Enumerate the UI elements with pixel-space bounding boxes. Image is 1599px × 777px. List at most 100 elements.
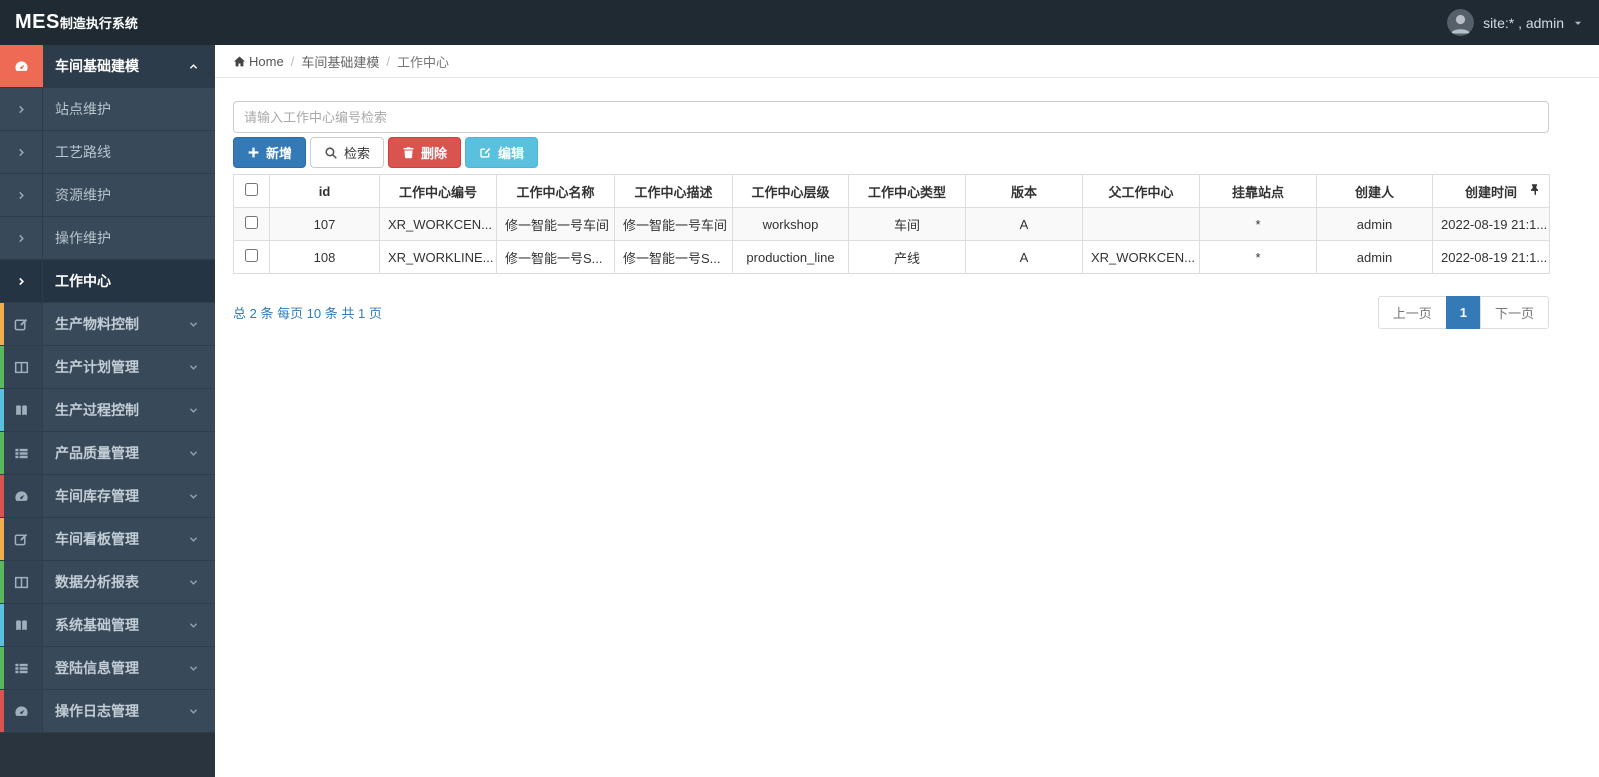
table-row[interactable]: 107 XR_WORKCEN... 修一智能一号车间 修一智能一号车间 work…: [233, 207, 1550, 241]
breadcrumb-home-link[interactable]: Home: [233, 54, 284, 69]
chevron-down-icon: [188, 475, 215, 517]
accent-strip: [0, 389, 4, 431]
sidebar-item-label: 生产计划管理: [43, 346, 188, 388]
sidebar-subitem-station-maintenance[interactable]: 站点维护: [0, 88, 215, 131]
chevron-right-icon: [0, 260, 43, 302]
col-header-created-time: 创建时间: [1432, 174, 1550, 208]
cell-created-time: 2022-08-19 21:1...: [1432, 240, 1550, 274]
sidebar-subitem-operation-maintenance[interactable]: 操作维护: [0, 217, 215, 260]
sidebar-item-process-control[interactable]: 生产过程控制: [0, 389, 215, 432]
current-page-button[interactable]: 1: [1445, 296, 1481, 329]
chevron-right-icon: [0, 88, 43, 130]
breadcrumb-section-link[interactable]: 车间基础建模: [301, 52, 379, 71]
sidebar-item-inventory-management[interactable]: 车间库存管理: [0, 475, 215, 518]
chevron-right-icon: [0, 131, 43, 173]
work-center-table: id 工作中心编号 工作中心名称 工作中心描述 工作中心层级 工作中心类型 版本…: [233, 174, 1550, 274]
dashboard-icon: [0, 45, 43, 87]
chevron-down-icon: [188, 346, 215, 388]
cell-version: A: [965, 207, 1083, 241]
pagination-summary: 总 2 条 每页 10 条 共 1 页: [233, 306, 382, 321]
sidebar-item-operation-log-management[interactable]: 操作日志管理: [0, 690, 215, 733]
breadcrumb-current: 工作中心: [396, 54, 449, 70]
cell-name: 修一智能一号车间: [496, 207, 615, 241]
plus-icon: [248, 147, 259, 158]
caret-down-icon: [1573, 18, 1583, 28]
main-content: Home / 车间基础建模 / 工作中心 新增 检索 删除 编辑: [215, 45, 1599, 777]
row-select-cell: [233, 240, 270, 274]
sidebar-subitem-label: 工作中心: [55, 273, 111, 289]
dashboard-icon: [0, 690, 43, 732]
row-select-checkbox[interactable]: [245, 216, 258, 229]
sidebar-item-label: 操作日志管理: [43, 690, 188, 732]
pin-icon[interactable]: [1529, 184, 1540, 199]
logo-text-bold: MES: [15, 11, 60, 33]
accent-strip: [0, 475, 4, 517]
cell-desc: 修一智能一号S...: [614, 240, 733, 274]
sidebar-item-board-management[interactable]: 车间看板管理: [0, 518, 215, 561]
select-all-checkbox[interactable]: [245, 183, 258, 196]
sidebar-item-analytics-reports[interactable]: 数据分析报表: [0, 561, 215, 604]
col-header-id: id: [269, 174, 380, 208]
columns-icon: [0, 561, 43, 603]
chevron-down-icon: [188, 303, 215, 345]
chevron-down-icon: [188, 518, 215, 560]
chevron-up-icon: [188, 45, 215, 87]
cell-code: XR_WORKLINE...: [379, 240, 497, 274]
delete-button[interactable]: 删除: [388, 137, 462, 168]
sidebar-item-material-control[interactable]: 生产物料控制: [0, 303, 215, 346]
cell-creator: admin: [1316, 240, 1433, 274]
chevron-right-icon: [0, 174, 43, 216]
home-icon: [233, 55, 246, 68]
prev-page-button[interactable]: 上一页: [1377, 296, 1447, 329]
sidebar-item-quality-management[interactable]: 产品质量管理: [0, 432, 215, 475]
search-icon: [325, 146, 337, 159]
col-header-desc: 工作中心描述: [614, 174, 733, 208]
chevron-down-icon: [188, 561, 215, 603]
sidebar-subitem-process-route[interactable]: 工艺路线: [0, 131, 215, 174]
search-button[interactable]: 检索: [310, 137, 385, 168]
cell-name: 修一智能一号S...: [496, 240, 615, 274]
cell-code: XR_WORKCEN...: [379, 207, 497, 241]
sidebar-item-label: 车间库存管理: [43, 475, 188, 517]
sidebar-item-login-info-management[interactable]: 登陆信息管理: [0, 647, 215, 690]
col-header-site: 挂靠站点: [1199, 174, 1317, 208]
sidebar-subitem-label: 操作维护: [55, 230, 111, 246]
user-menu[interactable]: site:* , admin: [1447, 9, 1599, 36]
work-center-search-input[interactable]: [233, 101, 1549, 133]
edit-button[interactable]: 编辑: [465, 137, 539, 168]
breadcrumb: Home / 车间基础建模 / 工作中心: [215, 45, 1599, 78]
select-all-cell: [233, 174, 270, 208]
accent-strip: [0, 690, 4, 732]
cell-id: 108: [269, 240, 380, 274]
sidebar-item-system-management[interactable]: 系统基础管理: [0, 604, 215, 647]
col-header-level: 工作中心层级: [732, 174, 849, 208]
row-select-checkbox[interactable]: [245, 249, 258, 262]
user-label: site:* , admin: [1483, 14, 1564, 31]
cell-creator: admin: [1316, 207, 1433, 241]
cell-parent: XR_WORKCEN...: [1082, 240, 1200, 274]
col-header-creator: 创建人: [1316, 174, 1433, 208]
trash-icon: [403, 147, 414, 159]
next-page-button[interactable]: 下一页: [1479, 296, 1549, 329]
sidebar-subitem-label: 站点维护: [55, 101, 111, 117]
table-row[interactable]: 108 XR_WORKLINE... 修一智能一号S... 修一智能一号S...…: [233, 240, 1550, 274]
edit-icon: [0, 518, 43, 560]
edit-icon: [480, 148, 491, 158]
sidebar-subitem-resource-maintenance[interactable]: 资源维护: [0, 174, 215, 217]
cell-version: A: [965, 240, 1083, 274]
cell-created-time: 2022-08-19 21:1...: [1432, 207, 1550, 241]
cell-level: workshop: [732, 207, 849, 241]
pagination: 上一页 1 下一页: [1377, 296, 1549, 329]
col-header-version: 版本: [965, 174, 1083, 208]
add-button[interactable]: 新增: [233, 137, 307, 168]
cell-type: 产线: [848, 240, 966, 274]
accent-strip: [0, 604, 4, 646]
sidebar-subitem-work-center[interactable]: 工作中心: [0, 260, 215, 303]
sidebar-item-plan-management[interactable]: 生产计划管理: [0, 346, 215, 389]
cell-site: *: [1199, 207, 1317, 241]
top-navbar: MES 制造执行系统 site:* , admin: [0, 0, 1599, 45]
col-header-code: 工作中心编号: [379, 174, 497, 208]
sidebar-item-workshop-modeling[interactable]: 车间基础建模: [0, 45, 215, 88]
book-icon: [0, 604, 43, 646]
cell-site: *: [1199, 240, 1317, 274]
